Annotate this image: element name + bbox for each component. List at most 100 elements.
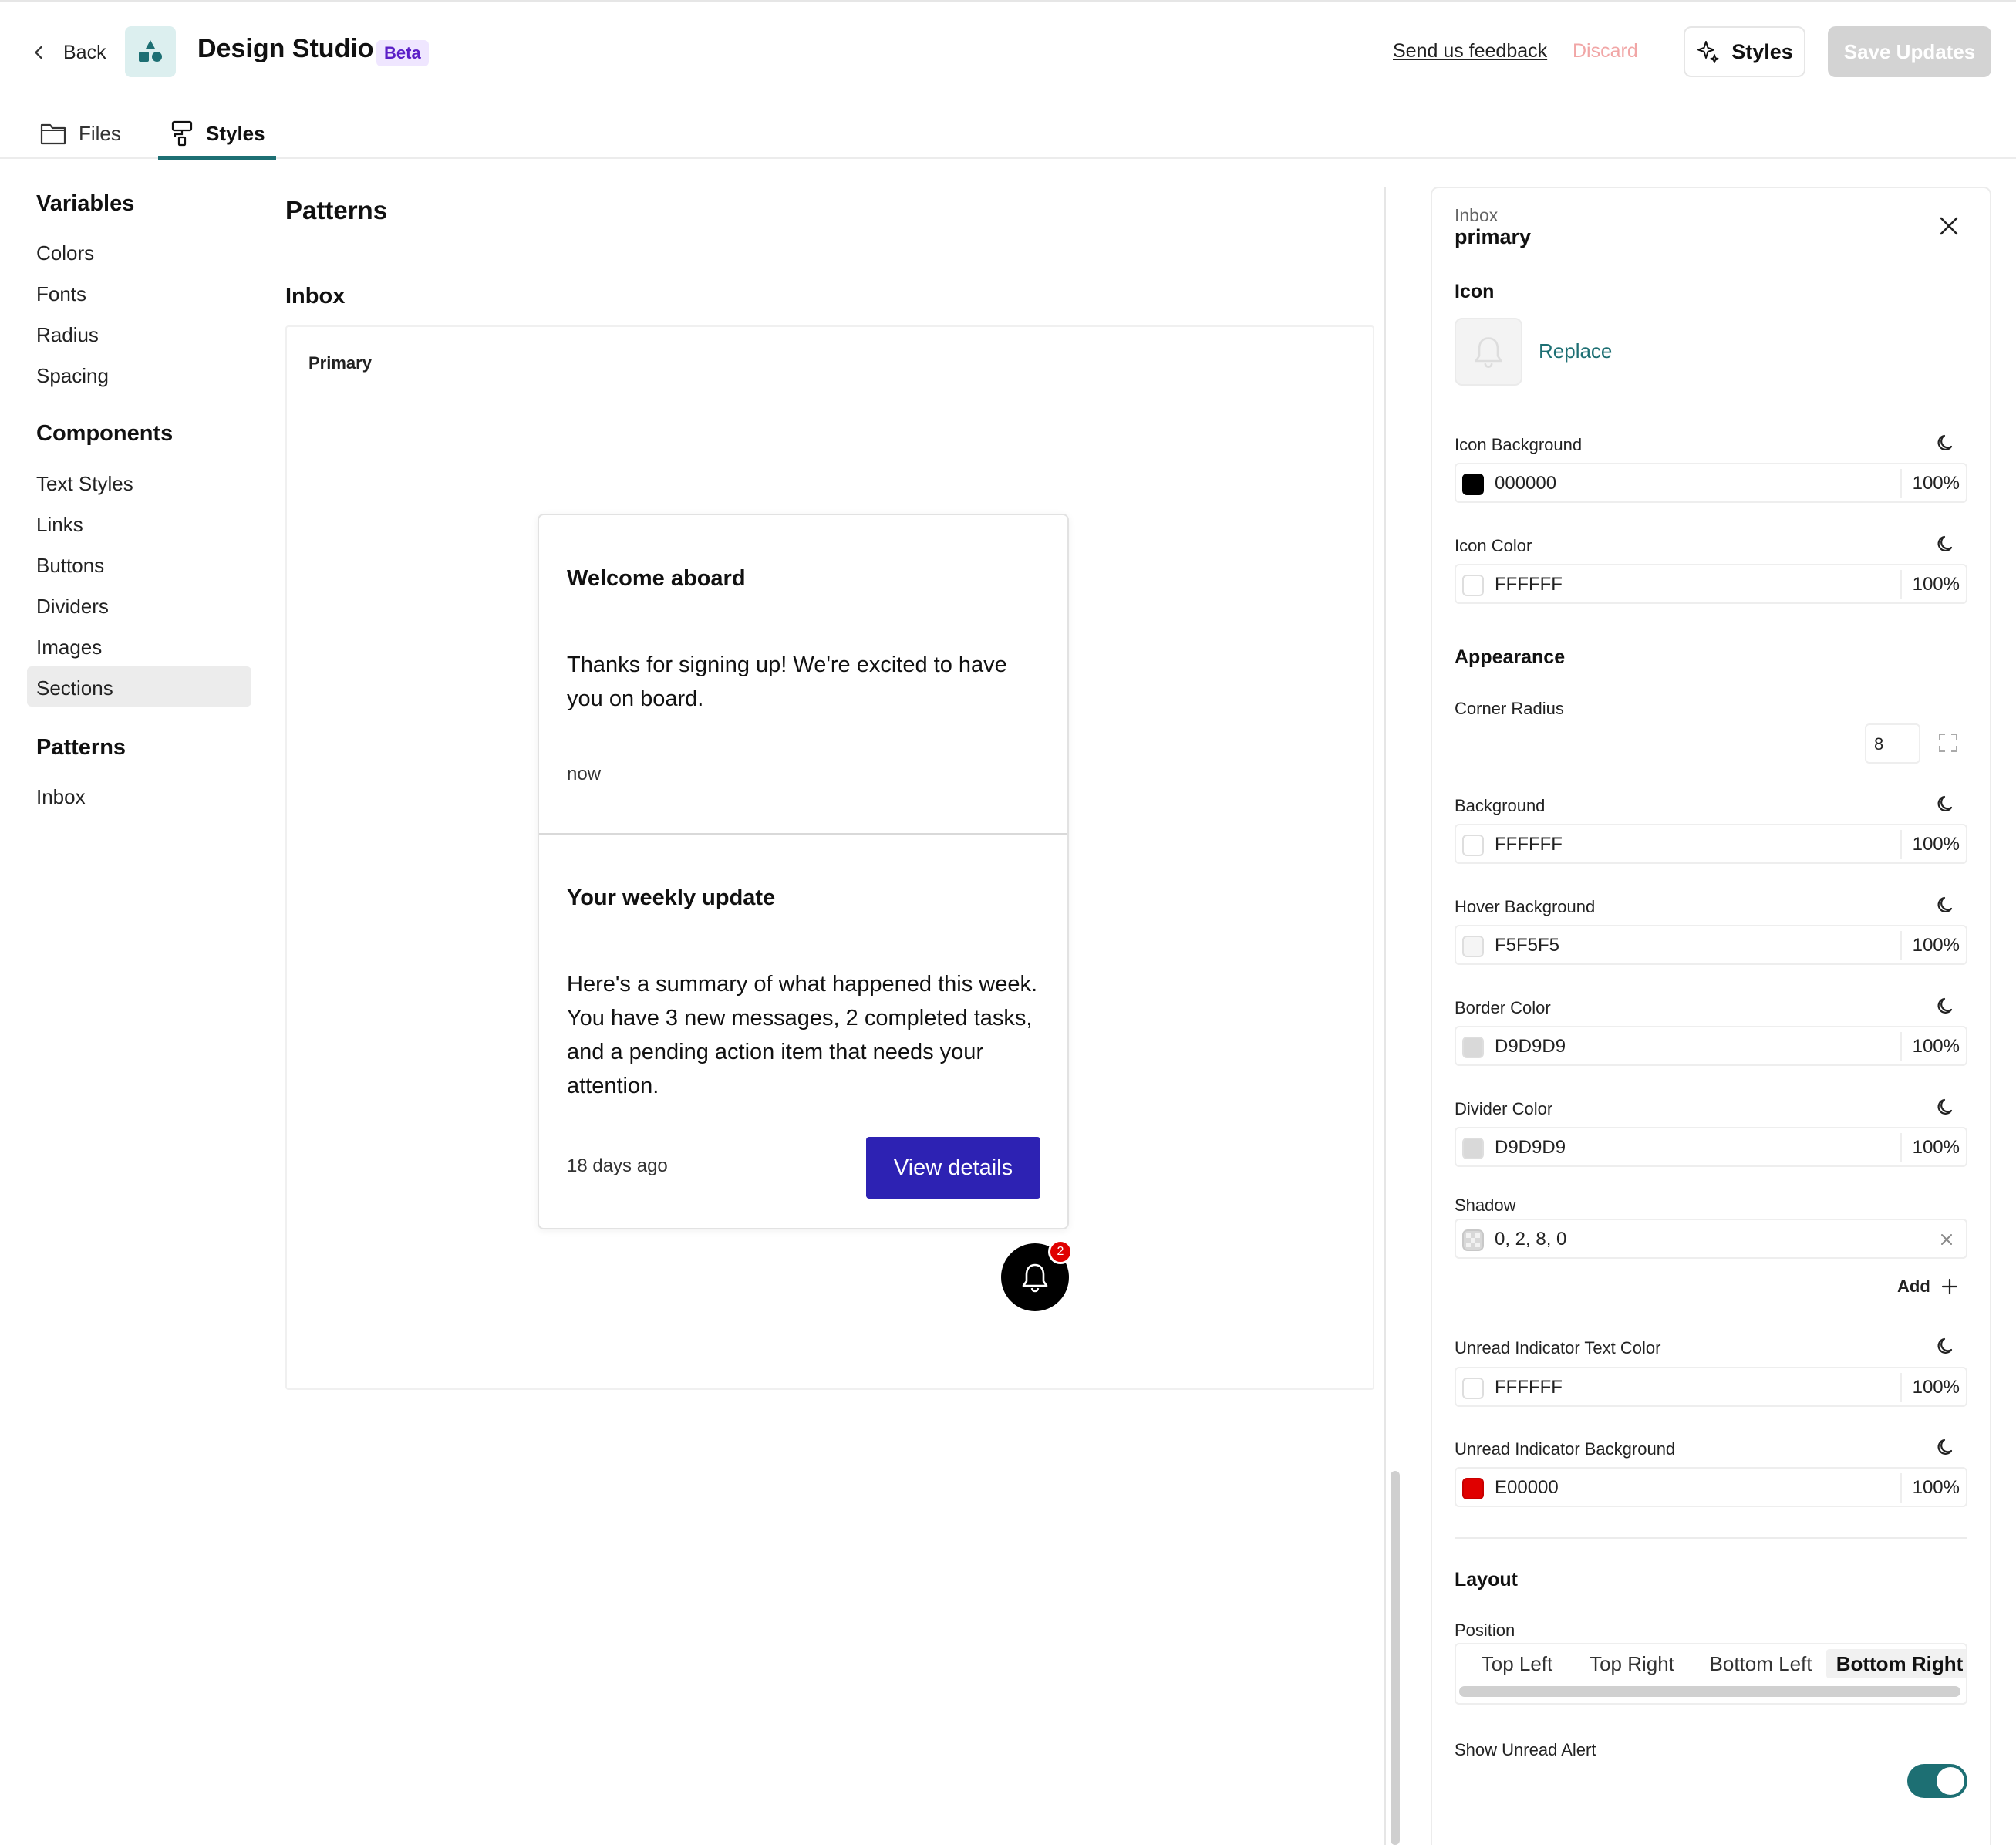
sidebar-item-images[interactable]: Images: [36, 636, 102, 659]
notification-title: Your weekly update: [567, 885, 776, 910]
corner-radius-input[interactable]: 8: [1865, 723, 1920, 764]
color-swatch[interactable]: [1462, 575, 1484, 596]
paint-roller-icon: [171, 120, 193, 147]
bell-icon: [1022, 1263, 1048, 1293]
close-icon[interactable]: [1936, 213, 1962, 239]
panel-divider: [1455, 1537, 1967, 1539]
moon-icon[interactable]: [1936, 1436, 1957, 1458]
sidebar-item-spacing[interactable]: Spacing: [36, 364, 109, 388]
position-segmented-control: Top Left Top Right Bottom Left Bottom Ri…: [1455, 1643, 1967, 1705]
sidebar-item-dividers[interactable]: Dividers: [36, 595, 109, 619]
sidebar-heading-components: Components: [36, 421, 174, 446]
moon-icon[interactable]: [1936, 894, 1957, 916]
moon-icon[interactable]: [1936, 793, 1957, 815]
unread-text-color-field[interactable]: FFFFFF 100%: [1455, 1367, 1967, 1407]
position-option-bottom-left[interactable]: Bottom Left: [1694, 1649, 1828, 1678]
scrollbar-track: [1384, 187, 1386, 1845]
sidebar-item-text-styles[interactable]: Text Styles: [36, 472, 133, 496]
sidebar-item-inbox[interactable]: Inbox: [36, 785, 86, 809]
icon-section-heading: Icon: [1455, 281, 1495, 302]
panel-breadcrumb: Inbox: [1455, 205, 1499, 225]
app-title: Design Studio: [197, 34, 374, 63]
icon-color-label: Icon Color: [1455, 536, 1532, 555]
page-title: Patterns: [285, 196, 388, 224]
opacity-value: 100%: [1912, 1477, 1960, 1498]
unread-background-field[interactable]: E00000 100%: [1455, 1467, 1967, 1507]
icon-background-field[interactable]: 000000 100%: [1455, 463, 1967, 503]
shadow-field[interactable]: 0, 2, 8, 0: [1455, 1219, 1967, 1259]
field-separator: [1900, 1373, 1902, 1402]
moon-icon[interactable]: [1936, 533, 1957, 555]
color-swatch[interactable]: [1462, 835, 1484, 856]
color-swatch[interactable]: [1462, 1478, 1484, 1499]
sidebar-item-colors[interactable]: Colors: [36, 241, 94, 265]
icon-preview[interactable]: [1455, 318, 1522, 386]
hover-background-label: Hover Background: [1455, 897, 1596, 916]
back-label: Back: [63, 41, 106, 63]
moon-icon[interactable]: [1936, 1335, 1957, 1357]
replace-icon-link[interactable]: Replace: [1539, 339, 1612, 363]
field-separator: [1900, 469, 1902, 498]
inbox-popover: Welcome aboard Thanks for signing up! We…: [538, 514, 1069, 1229]
color-swatch[interactable]: [1462, 936, 1484, 957]
position-option-top-left[interactable]: Top Left: [1464, 1649, 1570, 1678]
view-details-button[interactable]: View details: [866, 1137, 1040, 1199]
feedback-link[interactable]: Send us feedback: [1393, 40, 1547, 62]
color-swatch[interactable]: [1462, 1037, 1484, 1058]
remove-shadow-icon[interactable]: [1940, 1233, 1954, 1246]
field-separator: [1900, 570, 1902, 599]
sidebar-item-sections[interactable]: Sections: [36, 676, 113, 700]
shadow-label: Shadow: [1455, 1196, 1516, 1215]
notification-time: 18 days ago: [567, 1155, 668, 1176]
hex-value: E00000: [1495, 1477, 1559, 1498]
tab-styles[interactable]: Styles: [170, 114, 265, 153]
color-swatch[interactable]: [1462, 1378, 1484, 1399]
bell-icon: [1475, 337, 1502, 368]
hex-value: D9D9D9: [1495, 1137, 1566, 1158]
back-button[interactable]: Back: [31, 35, 106, 69]
sidebar-item-radius[interactable]: Radius: [36, 323, 99, 347]
show-unread-alert-toggle[interactable]: [1907, 1764, 1967, 1798]
border-color-field[interactable]: D9D9D9 100%: [1455, 1026, 1967, 1066]
layout-section-heading: Layout: [1455, 1569, 1518, 1590]
sidebar-item-links[interactable]: Links: [36, 513, 83, 537]
tab-files-label: Files: [79, 121, 121, 145]
background-field[interactable]: FFFFFF 100%: [1455, 824, 1967, 864]
hex-value: FFFFFF: [1495, 1377, 1563, 1398]
icon-background-label: Icon Background: [1455, 435, 1583, 454]
shapes-logo-icon: [139, 40, 162, 62]
save-updates-button[interactable]: Save Updates: [1828, 26, 1991, 77]
horizontal-scrollbar[interactable]: [1459, 1686, 1960, 1697]
hover-background-field[interactable]: F5F5F5 100%: [1455, 925, 1967, 965]
unread-count-badge: 2: [1048, 1240, 1073, 1264]
position-option-top-right[interactable]: Top Right: [1573, 1649, 1691, 1678]
styles-button[interactable]: Styles: [1684, 26, 1805, 77]
opacity-value: 100%: [1912, 834, 1960, 855]
divider-color-field[interactable]: D9D9D9 100%: [1455, 1127, 1967, 1167]
folder-icon: [40, 123, 66, 145]
hex-value: 000000: [1495, 473, 1557, 494]
tab-styles-label: Styles: [206, 121, 265, 145]
scrollbar-thumb[interactable]: [1391, 1471, 1400, 1845]
notification-body: Here's a summary of what happened this w…: [567, 972, 1038, 1098]
notification-body: Thanks for signing up! We're excited to …: [567, 653, 1007, 711]
opacity-value: 100%: [1912, 473, 1960, 494]
add-shadow-button[interactable]: Add: [1897, 1277, 1958, 1297]
add-label: Add: [1897, 1277, 1930, 1296]
moon-icon[interactable]: [1936, 995, 1957, 1017]
discard-button[interactable]: Discard: [1573, 40, 1638, 62]
sidebar-item-fonts[interactable]: Fonts: [36, 282, 86, 306]
moon-icon[interactable]: [1936, 432, 1957, 454]
color-swatch[interactable]: [1462, 474, 1484, 495]
expand-corners-icon[interactable]: [1938, 733, 1958, 753]
position-option-bottom-right[interactable]: Bottom Right: [1826, 1649, 1966, 1678]
appearance-section-heading: Appearance: [1455, 646, 1566, 668]
icon-color-field[interactable]: FFFFFF 100%: [1455, 564, 1967, 604]
color-swatch[interactable]: [1462, 1138, 1484, 1159]
background-label: Background: [1455, 796, 1546, 815]
notification-time: now: [567, 764, 602, 784]
sidebar-item-buttons[interactable]: Buttons: [36, 554, 104, 578]
shadow-swatch-icon[interactable]: [1462, 1229, 1484, 1251]
tab-files[interactable]: Files: [40, 114, 121, 153]
moon-icon[interactable]: [1936, 1096, 1957, 1118]
